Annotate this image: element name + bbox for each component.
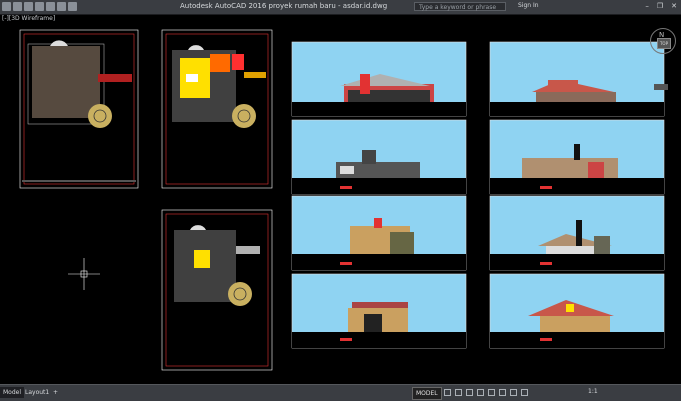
minimize-button[interactable]: – — [645, 2, 649, 10]
elevation-panel-2 — [489, 41, 665, 127]
drawing-canvas[interactable] — [0, 14, 681, 384]
model-space-button[interactable]: MODEL — [412, 387, 442, 400]
crosshair-cursor — [68, 258, 100, 290]
plan-sheet-1 — [19, 29, 139, 189]
tab-layout1[interactable]: Layout1 — [22, 387, 52, 398]
window-controls: – ❐ ✕ — [645, 2, 677, 10]
elevation-panel-8 — [489, 273, 665, 349]
window-title: Autodesk AutoCAD 2016 proyek rumah baru … — [180, 2, 388, 10]
plan-sheet-2 — [161, 29, 273, 189]
annotation-icon[interactable] — [510, 389, 517, 396]
saveas-icon[interactable] — [35, 2, 44, 11]
polar-icon[interactable] — [477, 389, 484, 396]
maximize-button[interactable]: ❐ — [657, 2, 663, 10]
lineweight-icon[interactable] — [499, 389, 506, 396]
open-icon[interactable] — [13, 2, 22, 11]
viewport-label[interactable]: [-][3D Wireframe] — [2, 15, 55, 22]
tab-add[interactable]: + — [50, 387, 61, 398]
print-icon[interactable] — [46, 2, 55, 11]
redo-icon[interactable] — [68, 2, 77, 11]
osnap-icon[interactable] — [488, 389, 495, 396]
snap-icon[interactable] — [455, 389, 462, 396]
elevation-panel-6 — [489, 195, 665, 271]
search-input[interactable]: Type a keyword or phrase — [414, 2, 506, 11]
annotation-scale[interactable]: 1:1 — [588, 388, 598, 395]
signin-link[interactable]: Sign In — [518, 2, 539, 9]
wcs-menu[interactable] — [654, 84, 668, 90]
new-icon[interactable] — [2, 2, 11, 11]
elevation-panel-3 — [291, 119, 467, 195]
status-toggles — [444, 389, 528, 396]
undo-icon[interactable] — [57, 2, 66, 11]
plan-sheet-3 — [161, 209, 273, 371]
grid-icon[interactable] — [444, 389, 451, 396]
viewcube-top-face[interactable]: TOP — [657, 38, 671, 49]
elevation-panel-7 — [291, 273, 467, 349]
workspace-icon[interactable] — [521, 389, 528, 396]
elevation-panel-5 — [291, 195, 467, 271]
close-button[interactable]: ✕ — [671, 2, 677, 10]
viewcube[interactable]: N TOP — [650, 28, 676, 54]
quick-access-toolbar — [2, 2, 77, 11]
save-icon[interactable] — [24, 2, 33, 11]
status-bar: Model Layout1 + MODEL 1:1 — [0, 384, 681, 401]
tab-model[interactable]: Model — [0, 387, 25, 398]
ortho-icon[interactable] — [466, 389, 473, 396]
elevation-panel-4 — [489, 119, 665, 195]
elevation-panel-1 — [291, 41, 467, 127]
title-bar: Autodesk AutoCAD 2016 proyek rumah baru … — [0, 0, 681, 15]
